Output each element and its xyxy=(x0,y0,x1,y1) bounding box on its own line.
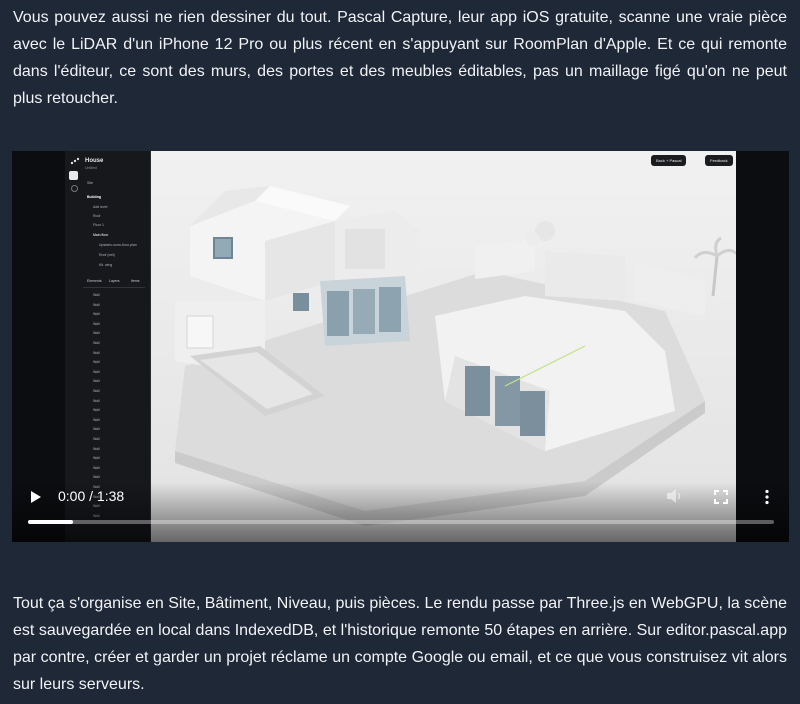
video-player[interactable]: Back + Pascal Feedback House Untitled Si… xyxy=(12,151,789,542)
article-paragraph-details: Tout ça s'organise en Site, Bâtiment, Ni… xyxy=(13,595,787,693)
tree-item-floor[interactable]: Floor 1 xyxy=(93,223,104,227)
wall-list-item[interactable]: Wall xyxy=(93,437,100,441)
feedback-button[interactable]: Feedback xyxy=(705,155,733,166)
seek-bar-progress xyxy=(28,520,73,524)
tree-item-roof[interactable]: Roof xyxy=(93,214,100,218)
article-paragraph-intro: Vous pouvez aussi ne rien dessiner du to… xyxy=(13,9,787,107)
wall-list-item[interactable]: Wall xyxy=(93,360,100,364)
wall-list-item[interactable]: Wall xyxy=(93,351,100,355)
wall-list-item[interactable]: Wall xyxy=(93,331,100,335)
wall-list-item[interactable]: Wall xyxy=(93,293,100,297)
wall-list-item[interactable]: Wall xyxy=(93,418,100,422)
project-title: House xyxy=(85,158,104,164)
tab-elements[interactable]: Elements xyxy=(87,279,102,283)
tree-item-add-level[interactable]: Add level xyxy=(93,205,107,209)
wall-list-item[interactable]: Wall xyxy=(93,303,100,307)
wall-list-item[interactable]: Wall xyxy=(93,379,100,383)
tab-layers[interactable]: Layers xyxy=(109,279,120,283)
wall-list-item[interactable]: Wall xyxy=(93,341,100,345)
tree-item-building[interactable]: Building xyxy=(87,195,101,199)
tree-item-site[interactable]: Site xyxy=(87,181,93,185)
wall-list-item[interactable]: Wall xyxy=(93,370,100,374)
time-display: 0:00 / 1:38 xyxy=(58,488,125,504)
wall-list-item[interactable]: Wall xyxy=(93,312,100,316)
wall-list-item[interactable]: Wall xyxy=(93,389,100,393)
wall-list-item[interactable]: Wall xyxy=(93,456,100,460)
back-to-pascal-button[interactable]: Back + Pascal xyxy=(651,155,687,166)
more-vert-icon[interactable] xyxy=(764,489,770,505)
play-icon[interactable] xyxy=(29,490,43,504)
tool-icon-settings[interactable] xyxy=(71,185,78,192)
wall-list-item[interactable]: Wall xyxy=(93,427,100,431)
project-subtitle: Untitled xyxy=(85,166,97,170)
seek-bar[interactable] xyxy=(28,520,774,524)
wall-list-item[interactable]: Wall xyxy=(93,399,100,403)
tab-items[interactable]: Items xyxy=(131,279,140,283)
tree-item-room-3[interactable]: Kit. wing xyxy=(99,263,112,267)
tree-item-main-floor[interactable]: Main floor xyxy=(93,233,108,237)
tree-item-room-1[interactable]: Upstairs-room-floor-plan xyxy=(99,243,137,247)
wall-list-item[interactable]: Wall xyxy=(93,447,100,451)
wall-list-item[interactable]: Wall xyxy=(93,322,100,326)
wall-list-item[interactable]: Wall xyxy=(93,408,100,412)
wall-list-item[interactable]: Wall xyxy=(93,466,100,470)
wall-list-item[interactable]: Wall xyxy=(93,475,100,479)
volume-icon[interactable] xyxy=(666,488,684,504)
fullscreen-icon[interactable] xyxy=(714,490,728,504)
pascal-logo-icon xyxy=(70,157,80,165)
tool-icon-select[interactable] xyxy=(69,171,78,180)
tab-divider xyxy=(83,287,145,288)
tree-item-room-2[interactable]: Roof (ceil) xyxy=(99,253,115,257)
